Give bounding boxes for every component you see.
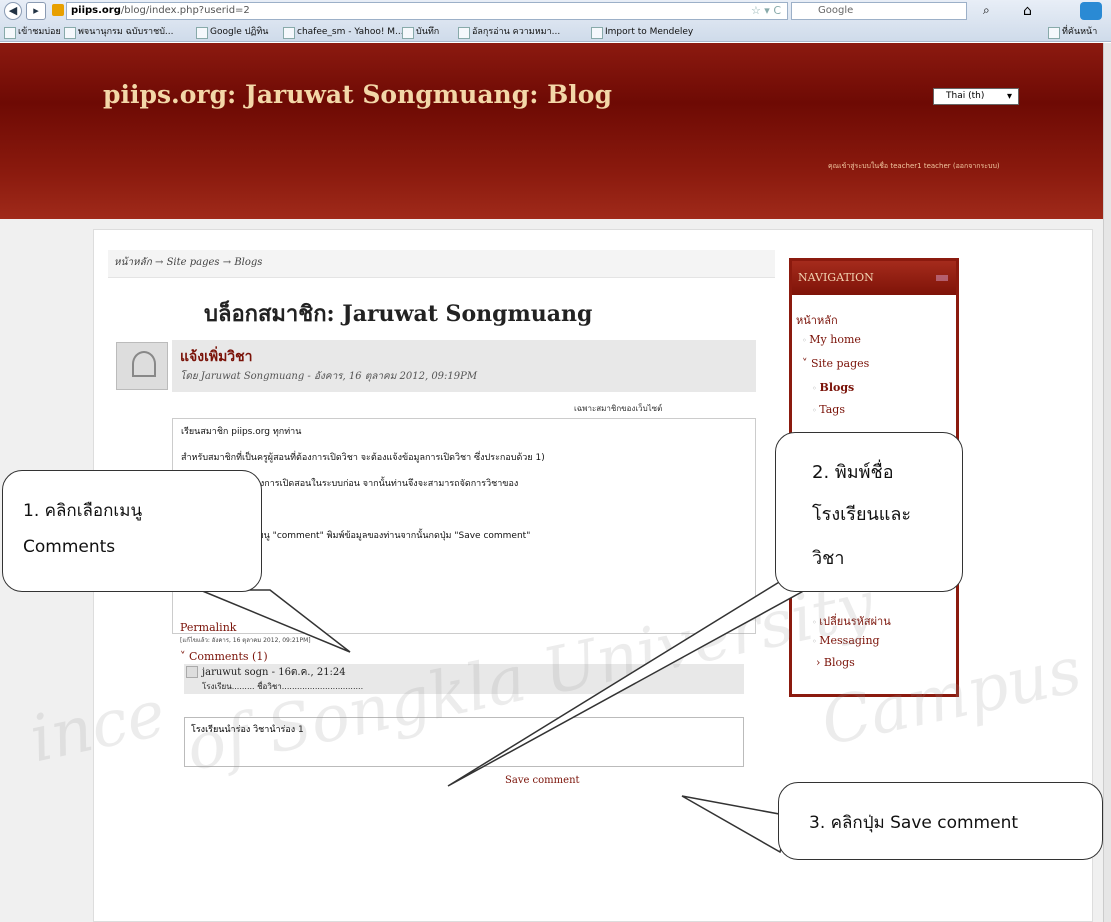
nav-item-tags[interactable]: Tags xyxy=(812,403,845,416)
nav-item-home[interactable]: หน้าหลัก xyxy=(796,311,838,329)
comments-label: Comments (1) xyxy=(189,650,268,663)
nav-item-settings-blogs-label: Blogs xyxy=(823,656,855,669)
search-icon[interactable]: ⌕ xyxy=(983,3,990,18)
nav-item-settings-blogs[interactable]: › Blogs xyxy=(816,656,855,669)
permalink-link[interactable]: Permalink xyxy=(180,621,236,634)
comment-text: โรงเรียน......... ชื่อวิชา..............… xyxy=(202,682,364,691)
comment-textarea[interactable]: โรงเรียนนำร่อง วิชานำร่อง 1 xyxy=(184,717,744,767)
post-visibility: เฉพาะสมาชิกของเว็บไซต์ xyxy=(574,404,663,413)
nav-item-site-pages[interactable]: ˅ Site pages xyxy=(802,357,869,370)
bookmark-star-icon[interactable]: ☆ ▾ C xyxy=(751,3,781,19)
bookmark-item[interactable]: พจนานุกรม ฉบับราชบั... xyxy=(64,23,174,41)
language-select[interactable]: Thai (th) xyxy=(933,88,1019,105)
address-row: ◀ ▸ piips.org/blog/index.php?userid=2 ☆ ▾… xyxy=(0,0,1111,22)
skype-icon[interactable] xyxy=(1080,2,1102,20)
callout-step-2-line-1: 2. พิมพ์ชื่อ xyxy=(812,462,894,483)
back-button[interactable]: ◀ xyxy=(4,2,22,20)
post-body-line: ด้วยตัวเอง xyxy=(181,497,747,523)
navigation-heading: NAVIGATION xyxy=(798,271,874,284)
bookmark-item[interactable]: เข้าชมบ่อย xyxy=(4,23,61,41)
bookmark-item[interactable]: Google ปฏิทิน xyxy=(196,23,268,41)
callout-step-1-line-1: 1. คลิกเลือกเมนู xyxy=(23,501,143,521)
nav-item-my-home[interactable]: My home xyxy=(802,333,861,346)
url-bar[interactable]: piips.org/blog/index.php?userid=2 ☆ ▾ C xyxy=(66,2,788,20)
callout-step-1-line-2: Comments xyxy=(23,537,116,557)
url-path: /blog/index.php?userid=2 xyxy=(120,5,250,16)
home-icon[interactable]: ⌂ xyxy=(1023,3,1032,19)
block-control-icon[interactable] xyxy=(936,275,948,281)
callout-step-3: 3. คลิกปุ่ม Save comment xyxy=(778,782,1103,860)
edited-note: [แก้ไขแล้ว: อังคาร, 16 ตุลาคม 2012, 09:2… xyxy=(180,637,311,644)
page-title: บล็อกสมาชิก: Jaruwat Songmuang xyxy=(204,301,593,327)
callout-step-2-line-2: โรงเรียนและ xyxy=(812,504,912,525)
comment-avatar xyxy=(186,666,198,678)
comments-toggle[interactable]: ˅ Comments (1) xyxy=(180,650,268,663)
post-byline: โดย Jaruwat Songmuang - อังคาร, 16 ตุลาค… xyxy=(180,371,478,382)
login-info[interactable]: คุณเข้าสู่ระบบในชื่อ teacher1 teacher (อ… xyxy=(828,161,1000,172)
vertical-scrollbar[interactable] xyxy=(1103,43,1111,922)
site-favicon-icon xyxy=(52,4,64,16)
breadcrumb-home[interactable]: หน้าหลัก xyxy=(114,257,152,268)
callout-step-2: 2. พิมพ์ชื่อ โรงเรียนและ วิชา xyxy=(775,432,963,592)
breadcrumb-blogs[interactable]: Blogs xyxy=(234,257,262,268)
nav-item-change-password[interactable]: เปลี่ยนรหัสผ่าน xyxy=(812,612,890,630)
navigation-block-header: NAVIGATION xyxy=(792,261,956,295)
site-title[interactable]: piips.org: Jaruwat Songmuang: Blog xyxy=(103,80,612,109)
bookmark-item[interactable]: chafee_sm - Yahoo! M... xyxy=(283,23,404,41)
avatar xyxy=(116,342,168,390)
callout-step-2-line-3: วิชา xyxy=(812,548,845,569)
breadcrumb: หน้าหลัก → Site pages → Blogs xyxy=(108,250,775,278)
nav-item-messaging[interactable]: Messaging xyxy=(812,634,879,647)
post-title: แจ้งเพิ่มวิชา xyxy=(180,349,253,365)
breadcrumb-site-pages[interactable]: Site pages xyxy=(167,257,220,268)
post-body-line: โดยการคลิกเลือกที่เมนู "comment" พิมพ์ข้… xyxy=(181,531,531,541)
post-body-line: และ 2) ชื่อวิชา ที่ต้องการเปิดสอนในระบบก… xyxy=(181,479,519,489)
url-domain: piips.org xyxy=(71,5,121,16)
callout-step-3-text: 3. คลิกปุ่ม Save comment xyxy=(809,813,1019,833)
bookmark-item[interactable]: Import to Mendeley xyxy=(591,23,693,41)
forward-button[interactable]: ▸ xyxy=(26,2,46,20)
nav-item-site-pages-label: Site pages xyxy=(811,357,870,370)
post-header: แจ้งเพิ่มวิชา โดย Jaruwat Songmuang - อั… xyxy=(172,340,756,392)
search-input[interactable]: Google xyxy=(791,2,967,20)
post-body-line: สำหรับสมาชิกที่เป็นครูผู้สอนที่ต้องการเป… xyxy=(181,453,545,463)
site-header: piips.org: Jaruwat Songmuang: Blog Thai … xyxy=(0,43,1103,219)
post-body-line: เรียนสมาชิก piips.org ทุกท่าน xyxy=(181,427,302,437)
bookmark-item[interactable]: บันทึก xyxy=(402,23,439,41)
comment-author: jaruwut sogn - 16ต.ค., 21:24 xyxy=(202,667,346,678)
search-placeholder: Google xyxy=(818,5,854,16)
bookmark-item[interactable]: อัลกุรอ่าน ความหมา... xyxy=(458,23,560,41)
browser-chrome: ◀ ▸ piips.org/blog/index.php?userid=2 ☆ ▾… xyxy=(0,0,1111,42)
bookmarks-bar: เข้าชมบ่อย พจนานุกรม ฉบับราชบั... Google… xyxy=(0,23,1111,41)
comment-item: jaruwut sogn - 16ต.ค., 21:24 โรงเรียน...… xyxy=(184,664,744,694)
bookmark-item[interactable]: ที่คันหน้า xyxy=(1048,23,1097,41)
callout-step-1: 1. คลิกเลือกเมนู Comments xyxy=(2,470,262,592)
save-comment-button[interactable]: Save comment xyxy=(505,775,580,786)
nav-item-blogs[interactable]: Blogs xyxy=(812,381,855,394)
